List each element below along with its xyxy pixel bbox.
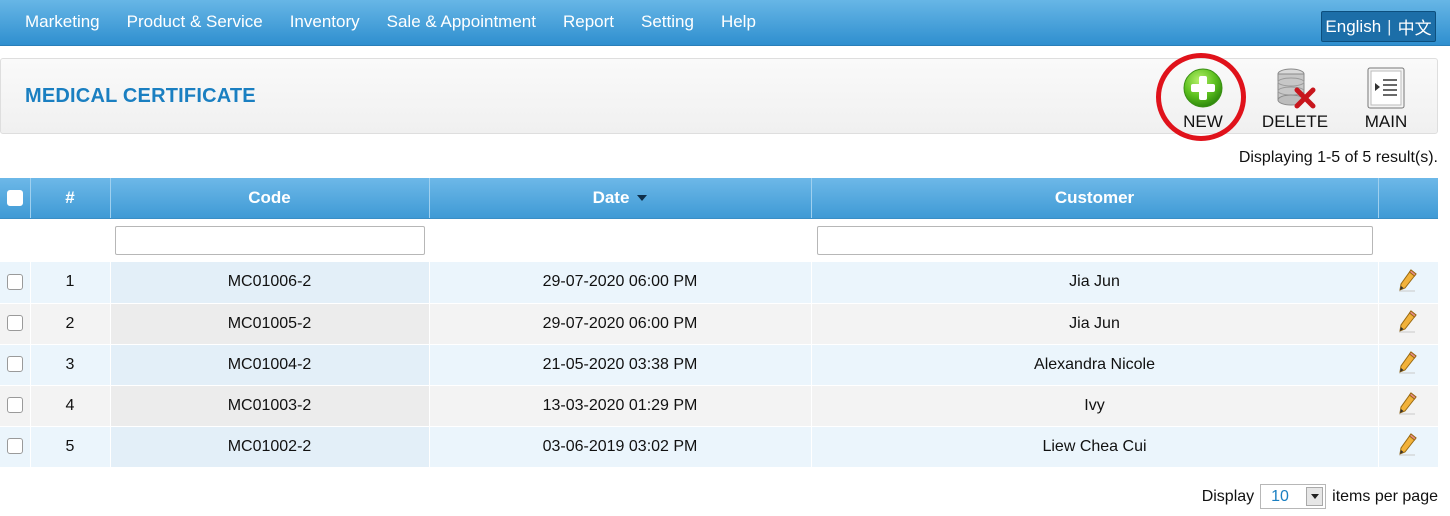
database-delete-icon [1255, 65, 1335, 111]
row-date: 29-07-2020 06:00 PM [429, 262, 812, 304]
nav-item-inventory[interactable]: Inventory [290, 12, 360, 32]
column-header-code[interactable]: Code [110, 178, 430, 219]
code-filter-input[interactable] [114, 225, 425, 255]
row-code: MC01004-2 [110, 344, 430, 386]
result-count: Displaying 1-5 of 5 result(s). [1238, 149, 1438, 166]
nav-item-setting[interactable]: Setting [641, 12, 694, 32]
customer-filter-input[interactable] [816, 225, 1373, 255]
table-row[interactable]: 4 MC01003-2 13-03-2020 01:29 PM Ivy [0, 385, 1438, 427]
highlight-circle-annotation [1156, 53, 1246, 141]
main-button[interactable]: MAIN [1346, 65, 1426, 132]
row-date: 13-03-2020 01:29 PM [429, 385, 812, 427]
column-header-date-label: Date [592, 187, 630, 207]
nav-item-marketing[interactable]: Marketing [25, 12, 100, 32]
row-customer: Alexandra Nicole [811, 344, 1379, 386]
row-code: MC01005-2 [110, 303, 430, 345]
select-all-cell [0, 178, 31, 219]
sort-desc-icon [637, 195, 648, 202]
table-row[interactable]: 2 MC01005-2 29-07-2020 06:00 PM Jia Jun [0, 303, 1438, 345]
items-per-page-label: items per page [1332, 487, 1438, 505]
table-row[interactable]: 5 MC01002-2 03-06-2019 03:02 PM Liew Che… [0, 426, 1438, 468]
row-customer: Jia Jun [811, 303, 1379, 345]
main-menu: Marketing Product & Service Inventory Sa… [25, 12, 783, 32]
row-date: 21-05-2020 03:38 PM [429, 344, 812, 386]
nav-item-help[interactable]: Help [721, 12, 756, 32]
row-checkbox[interactable] [6, 315, 23, 332]
lang-separator: | [1387, 16, 1392, 36]
table-row[interactable]: 1 MC01006-2 29-07-2020 06:00 PM Jia Jun [0, 262, 1438, 304]
table-header-row: # Code Date Customer [0, 178, 1438, 219]
select-all-checkbox[interactable] [6, 190, 23, 207]
row-checkbox[interactable] [6, 397, 23, 414]
row-checkbox[interactable] [6, 356, 23, 373]
filter-row [0, 218, 1438, 262]
pencil-icon[interactable] [1398, 268, 1418, 297]
page-size-control: Display 10 items per page [1202, 484, 1438, 509]
row-date: 03-06-2019 03:02 PM [429, 426, 812, 468]
display-label: Display [1201, 487, 1255, 505]
lang-chinese-link[interactable]: 中文 [1398, 14, 1432, 39]
delete-button[interactable]: DELETE [1255, 65, 1335, 132]
row-number: 5 [30, 426, 111, 468]
row-code: MC01006-2 [110, 262, 430, 304]
row-date: 29-07-2020 06:00 PM [429, 303, 812, 345]
row-number: 1 [30, 262, 111, 304]
row-customer: Ivy [811, 385, 1379, 427]
pencil-icon[interactable] [1398, 309, 1418, 338]
page-title: MEDICAL CERTIFICATE [25, 85, 256, 107]
per-page-select[interactable]: 10 [1260, 484, 1327, 509]
certificate-table: # Code Date Customer 1 MC01006-2 29-07-2… [0, 178, 1438, 468]
language-switcher: English | 中文 [1321, 11, 1436, 42]
row-checkbox[interactable] [6, 274, 23, 291]
pencil-icon[interactable] [1398, 391, 1418, 420]
main-button-label: MAIN [1364, 112, 1408, 131]
row-customer: Liew Chea Cui [811, 426, 1379, 468]
row-number: 4 [30, 385, 111, 427]
row-checkbox[interactable] [6, 438, 23, 455]
column-header-number: # [30, 178, 111, 219]
column-header-customer[interactable]: Customer [811, 178, 1379, 219]
pencil-icon[interactable] [1398, 432, 1418, 461]
pencil-icon[interactable] [1398, 350, 1418, 379]
nav-item-sale-appointment[interactable]: Sale & Appointment [387, 12, 536, 32]
row-customer: Jia Jun [811, 262, 1379, 304]
per-page-value: 10 [1271, 487, 1289, 505]
row-code: MC01002-2 [110, 426, 430, 468]
delete-button-label: DELETE [1261, 112, 1329, 131]
table-row[interactable]: 3 MC01004-2 21-05-2020 03:38 PM Alexandr… [0, 344, 1438, 386]
list-icon [1346, 65, 1426, 111]
row-code: MC01003-2 [110, 385, 430, 427]
row-number: 2 [30, 303, 111, 345]
nav-item-report[interactable]: Report [563, 12, 614, 32]
column-header-actions [1378, 178, 1438, 219]
top-nav-bar: Marketing Product & Service Inventory Sa… [0, 0, 1450, 46]
chevron-down-icon[interactable] [1306, 487, 1324, 506]
nav-item-product-service[interactable]: Product & Service [127, 12, 263, 32]
lang-english-link[interactable]: English [1325, 17, 1381, 37]
row-number: 3 [30, 344, 111, 386]
column-header-date[interactable]: Date [429, 178, 812, 219]
